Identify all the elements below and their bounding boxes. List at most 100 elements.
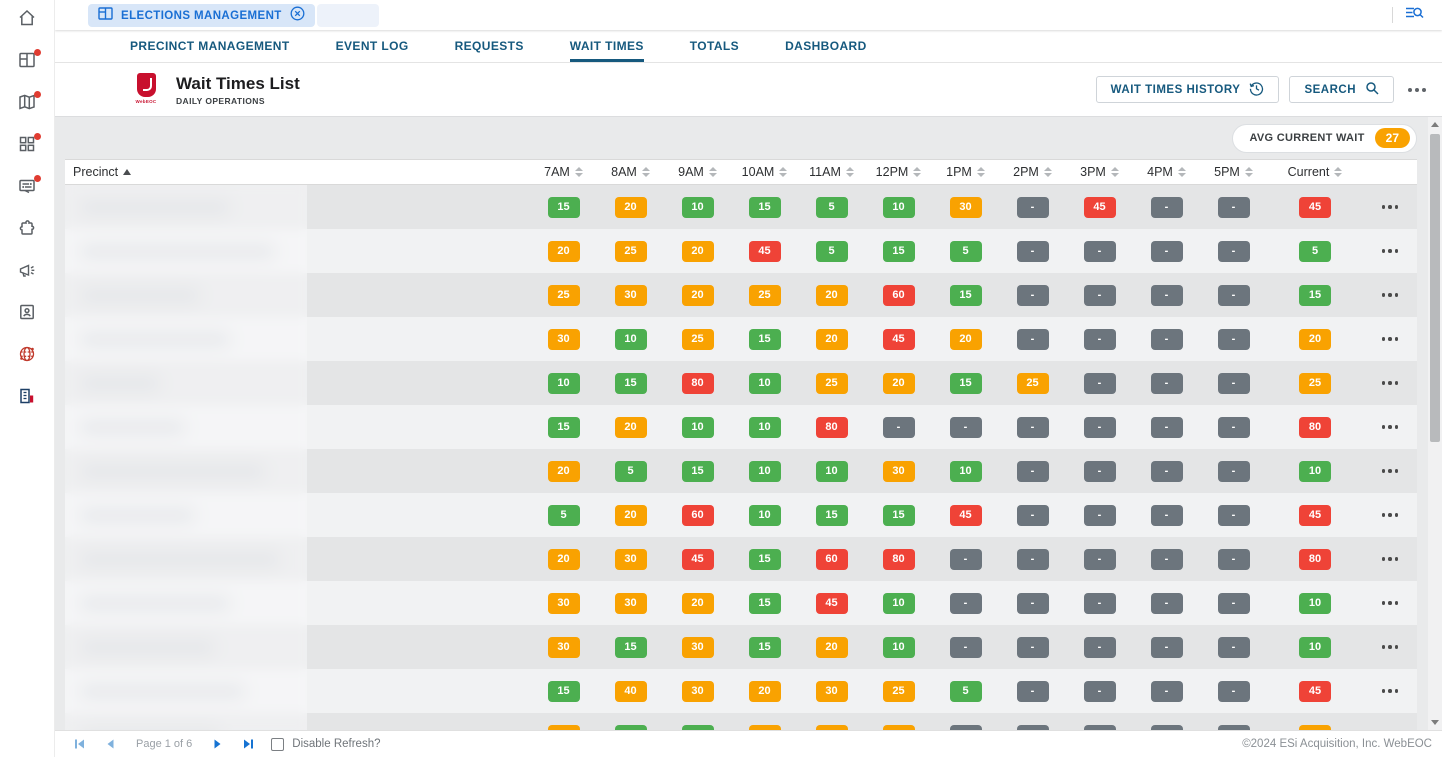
row-actions-button[interactable] — [1378, 683, 1403, 699]
column-header-3pm[interactable]: 3PM — [1066, 165, 1133, 179]
wait-time-badge: - — [1218, 241, 1250, 262]
wait-time-badge: - — [1017, 505, 1049, 526]
wait-time-badge: - — [883, 417, 915, 438]
column-header-10am[interactable]: 10AM — [731, 165, 798, 179]
wait-time-badge: 80 — [1299, 417, 1331, 438]
sort-icon — [846, 167, 854, 177]
column-label: 8AM — [611, 165, 637, 179]
column-header-4pm[interactable]: 4PM — [1133, 165, 1200, 179]
wait-time-badge: 20 — [615, 505, 647, 526]
row-actions-button[interactable] — [1378, 419, 1403, 435]
column-header-current[interactable]: Current — [1267, 165, 1363, 179]
sidebar-item-apps[interactable] — [16, 135, 38, 157]
tab-event-log[interactable]: EVENT LOG — [336, 30, 409, 62]
scrollbar-thumb[interactable] — [1430, 134, 1440, 442]
wait-time-badge: 25 — [682, 329, 714, 350]
sidebar-item-announcements[interactable] — [16, 261, 38, 283]
column-header-11am[interactable]: 11AM — [798, 165, 865, 179]
row-actions-button[interactable] — [1378, 507, 1403, 523]
table-row: 1520101080------80 — [65, 405, 1417, 449]
wait-time-badge: 15 — [950, 373, 982, 394]
column-label: Current — [1288, 165, 1330, 179]
scroll-up-arrow[interactable] — [1431, 122, 1439, 127]
column-label: 9AM — [678, 165, 704, 179]
column-header-8am[interactable]: 8AM — [597, 165, 664, 179]
table-row: 1540302030255----45 — [65, 669, 1417, 713]
column-header-12pm[interactable]: 12PM — [865, 165, 932, 179]
column-header-9am[interactable]: 9AM — [664, 165, 731, 179]
notification-dot — [34, 133, 41, 140]
column-header-precinct[interactable]: Precinct — [65, 165, 530, 179]
wait-time-badge: 10 — [682, 197, 714, 218]
sidebar-item-boards[interactable] — [16, 51, 38, 73]
wait-time-badge: 15 — [548, 417, 580, 438]
row-actions-button[interactable] — [1378, 463, 1403, 479]
row-actions-button[interactable] — [1378, 331, 1403, 347]
row-actions-button[interactable] — [1378, 551, 1403, 567]
sort-icon — [779, 167, 787, 177]
more-options-button[interactable] — [1404, 82, 1430, 98]
wait-time-badge: 5 — [950, 241, 982, 262]
sidebar-item-contacts[interactable] — [16, 303, 38, 325]
search-button[interactable]: SEARCH — [1289, 76, 1394, 103]
wait-time-badge: - — [1218, 681, 1250, 702]
sidebar-item-globe[interactable] — [16, 345, 38, 367]
wait-time-badge: 15 — [682, 461, 714, 482]
sort-icon — [1111, 167, 1119, 177]
wait-time-badge: 20 — [816, 637, 848, 658]
wait-time-badge: 20 — [950, 329, 982, 350]
column-header-2pm[interactable]: 2PM — [999, 165, 1066, 179]
sidebar-item-plugins[interactable] — [16, 219, 38, 241]
row-actions-button[interactable] — [1378, 375, 1403, 391]
table-row — [65, 713, 1417, 730]
last-page-button[interactable] — [240, 736, 257, 752]
column-label: 2PM — [1013, 165, 1039, 179]
wait-time-badge: 20 — [682, 593, 714, 614]
wait-time-badge: - — [1151, 681, 1183, 702]
sidebar-item-organization[interactable] — [16, 387, 38, 409]
webeoc-shield-icon — [137, 73, 156, 97]
wait-times-history-button[interactable]: WAIT TIMES HISTORY — [1096, 76, 1280, 103]
wait-time-badge: 60 — [883, 285, 915, 306]
view-tabs: PRECINCT MANAGEMENT EVENT LOG REQUESTS W… — [55, 30, 1442, 63]
workspace-tab-elections-management[interactable]: ELECTIONS MANAGEMENT — [88, 4, 315, 27]
column-label: 11AM — [809, 165, 841, 179]
previous-page-button[interactable] — [103, 736, 117, 752]
column-header-5pm[interactable]: 5PM — [1200, 165, 1267, 179]
search-icon — [1365, 81, 1379, 98]
sidebar-item-display[interactable] — [16, 177, 38, 199]
sidebar-item-maps[interactable] — [16, 93, 38, 115]
tab-totals[interactable]: TOTALS — [690, 30, 739, 62]
wait-time-badge: 80 — [1299, 549, 1331, 570]
scroll-down-arrow[interactable] — [1431, 720, 1439, 725]
tab-requests[interactable]: REQUESTS — [455, 30, 524, 62]
tab-dashboard[interactable]: DASHBOARD — [785, 30, 867, 62]
tab-precinct-management[interactable]: PRECINCT MANAGEMENT — [130, 30, 290, 62]
wait-time-badge: 15 — [615, 637, 647, 658]
close-workspace-icon[interactable] — [290, 6, 305, 26]
row-actions-button[interactable] — [1378, 595, 1403, 611]
disable-refresh-control[interactable]: Disable Refresh? — [271, 738, 380, 751]
first-page-button[interactable] — [71, 736, 88, 752]
sort-icon — [1245, 167, 1253, 177]
wait-time-badge: 20 — [548, 461, 580, 482]
wait-time-badge: - — [1151, 637, 1183, 658]
wait-time-badge: - — [1017, 593, 1049, 614]
wait-time-badge: 10 — [1299, 637, 1331, 658]
tab-wait-times[interactable]: WAIT TIMES — [570, 30, 644, 62]
disable-refresh-checkbox[interactable] — [271, 738, 284, 751]
column-header-7am[interactable]: 7AM — [530, 165, 597, 179]
table-header-row: Precinct7AM 8AM 9AM 10AM 11AM 12PM1PM 2PM 3PM4P… — [65, 159, 1417, 185]
search-boards-icon[interactable] — [1405, 5, 1424, 26]
row-actions-button[interactable] — [1378, 639, 1403, 655]
row-actions-button[interactable] — [1378, 243, 1403, 259]
row-actions-button[interactable] — [1378, 287, 1403, 303]
wait-time-badge: 20 — [548, 549, 580, 570]
workspace-tab-label: ELECTIONS MANAGEMENT — [121, 10, 282, 22]
wait-time-badge: - — [1084, 241, 1116, 262]
next-page-button[interactable] — [211, 736, 225, 752]
sidebar-item-home[interactable] — [16, 9, 38, 31]
globe-icon — [17, 344, 37, 369]
column-header-1pm[interactable]: 1PM — [932, 165, 999, 179]
row-actions-button[interactable] — [1378, 199, 1403, 215]
